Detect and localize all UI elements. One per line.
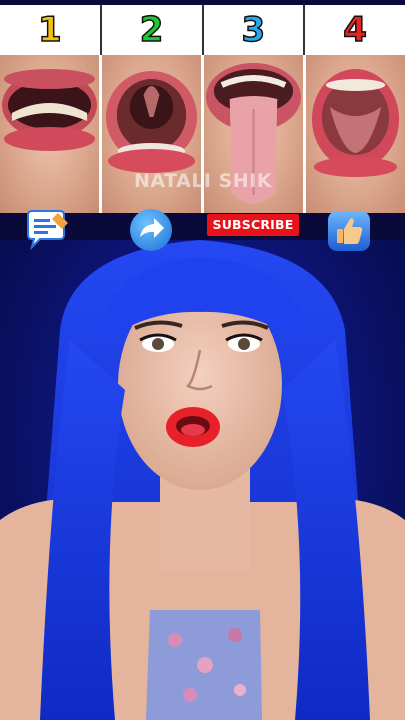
number-label-4: 4: [343, 9, 368, 51]
share-arrow-icon[interactable]: [130, 209, 172, 251]
channel-watermark: NATALI SHIK: [134, 170, 272, 192]
subscribe-button[interactable]: SUBSCRIBE: [207, 214, 299, 236]
comment-icon[interactable]: [24, 209, 70, 251]
number-label-1: 1: [0, 5, 102, 55]
thumbs-up-icon[interactable]: [328, 211, 370, 251]
number-header: 1 2 3 4: [0, 5, 405, 55]
person-photo: [0, 240, 405, 720]
open-mouth-palate-photo: [306, 55, 405, 213]
number-label-3: 3: [204, 5, 306, 55]
open-mouth-teeth-photo: [0, 55, 99, 213]
video-frame: 1 2 3 4 NATALI SHIK SUBSCRIBE: [0, 0, 405, 720]
number-label-2: 2: [102, 5, 204, 55]
action-icon-row: SUBSCRIBE: [0, 205, 405, 255]
